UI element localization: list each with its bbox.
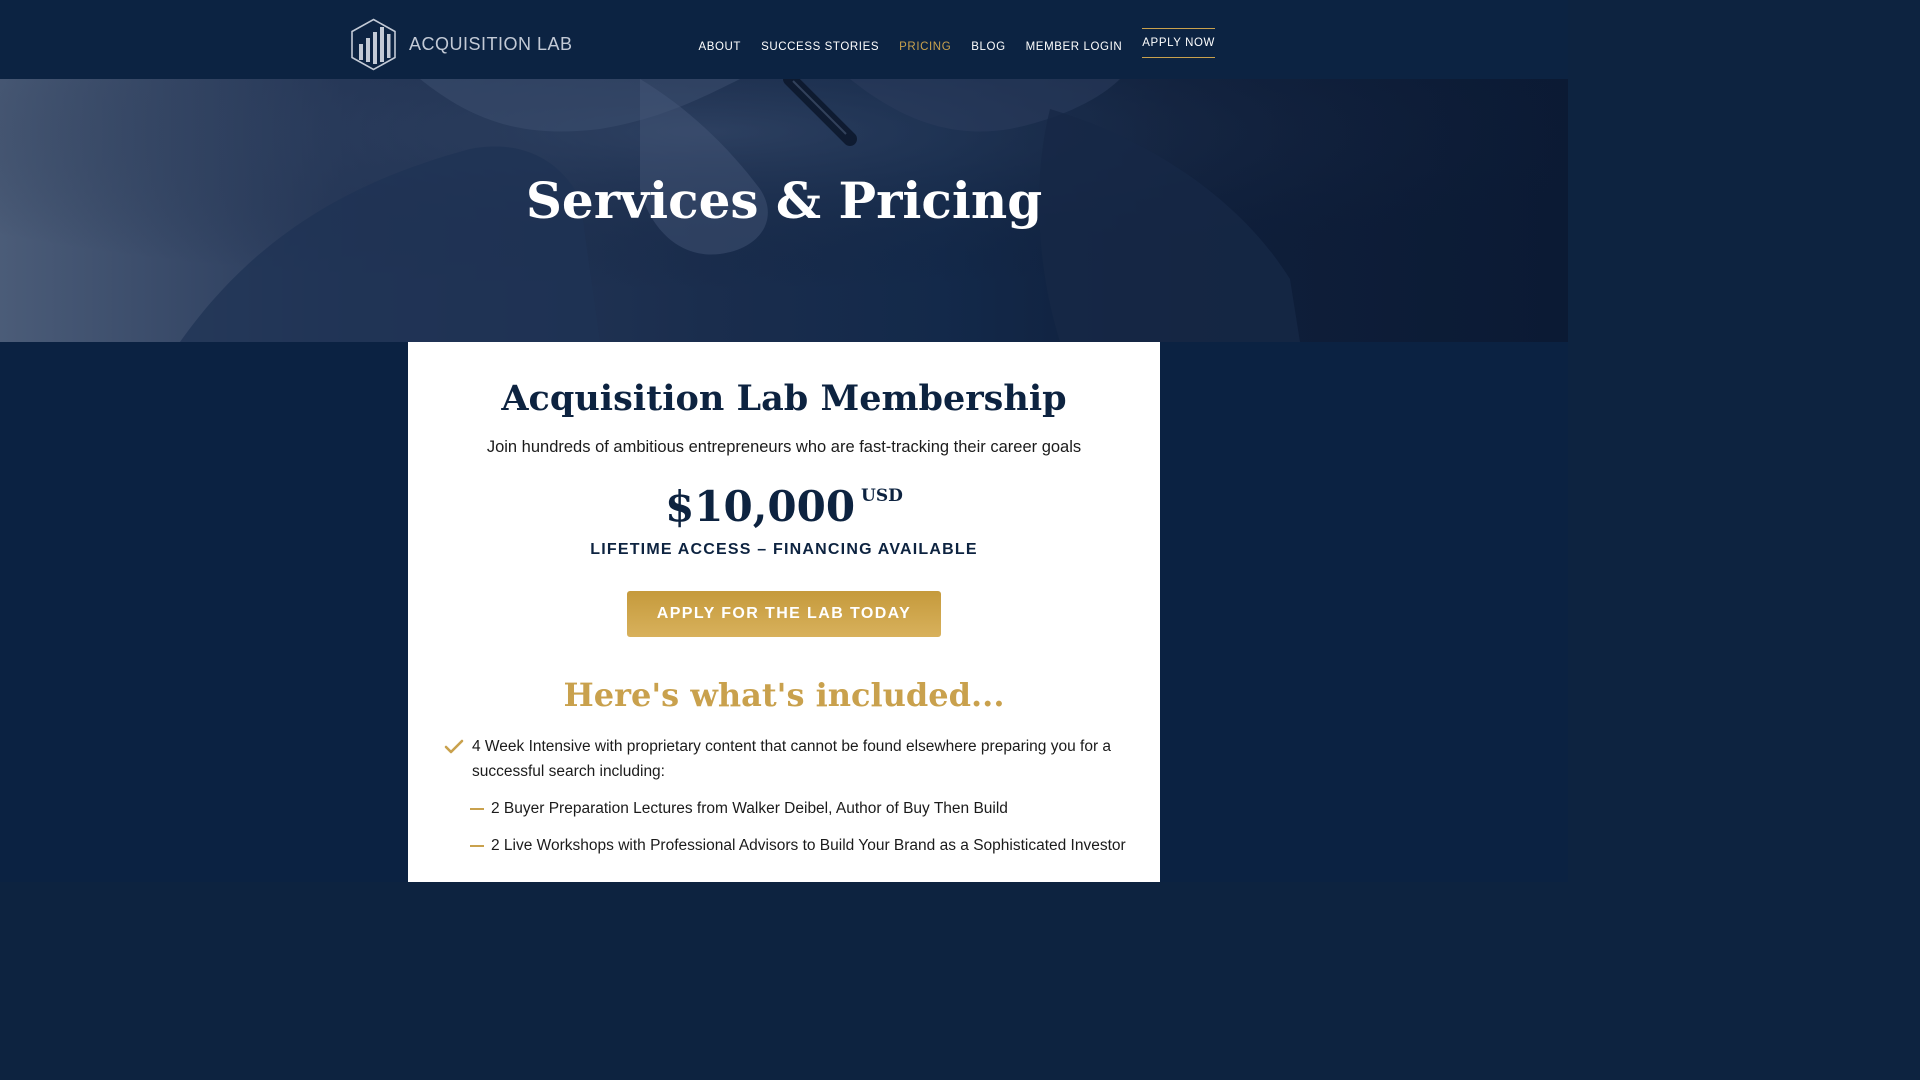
price-currency: USD [861, 486, 903, 506]
included-heading: Here's what's included... [563, 676, 1005, 714]
membership-card: Acquisition Lab Membership Join hundreds… [408, 342, 1160, 882]
nav-item-success-stories[interactable]: SUCCESS STORIES [761, 40, 879, 54]
apply-now-button[interactable]: APPLY NOW [1142, 28, 1215, 58]
dash-icon [470, 808, 484, 810]
sub-item-text: 2 Buyer Preparation Lectures from Walker… [491, 800, 1008, 817]
main-nav: ABOUT SUCCESS STORIES PRICING BLOG MEMBE… [678, 28, 1215, 58]
brand-name: ACQUISITION LAB [409, 34, 573, 54]
membership-title: Acquisition Lab Membership [501, 378, 1067, 419]
apply-for-lab-button[interactable]: APPLY FOR THE LAB TODAY [627, 591, 941, 637]
membership-subtitle: Join hundreds of ambitious entrepreneurs… [486, 438, 1082, 456]
brand-logo[interactable]: ACQUISITION LAB [350, 18, 573, 71]
price-amount: $10,000 [665, 482, 856, 531]
sub-list-item: 2 Buyer Preparation Lectures from Walker… [470, 796, 1130, 821]
price-note: LIFETIME ACCESS – FINANCING AVAILABLE [590, 541, 978, 558]
price-row: $10,000 USD [408, 482, 1160, 531]
nav-item-about[interactable]: ABOUT [698, 40, 741, 54]
hexagon-bars-icon [351, 18, 396, 71]
sub-list-item: 2 Live Workshops with Professional Advis… [470, 833, 1130, 858]
page: ACQUISITION LAB ABOUT SUCCESS STORIES PR… [0, 0, 1568, 882]
site-header: ACQUISITION LAB ABOUT SUCCESS STORIES PR… [0, 0, 1568, 79]
dash-icon [470, 845, 484, 847]
hero-banner: Services & Pricing [0, 79, 1568, 342]
feature-text: 4 Week Intensive with proprietary conten… [472, 738, 1112, 780]
nav-item-blog[interactable]: BLOG [971, 40, 1005, 54]
nav-item-pricing[interactable]: PRICING [899, 40, 951, 54]
feature-item: 4 Week Intensive with proprietary conten… [444, 734, 1134, 784]
nav-item-member-login[interactable]: MEMBER LOGIN [1026, 40, 1123, 54]
page-title: Services & Pricing [525, 171, 1043, 230]
sub-item-text: 2 Live Workshops with Professional Advis… [491, 837, 1126, 854]
check-icon [444, 739, 464, 754]
